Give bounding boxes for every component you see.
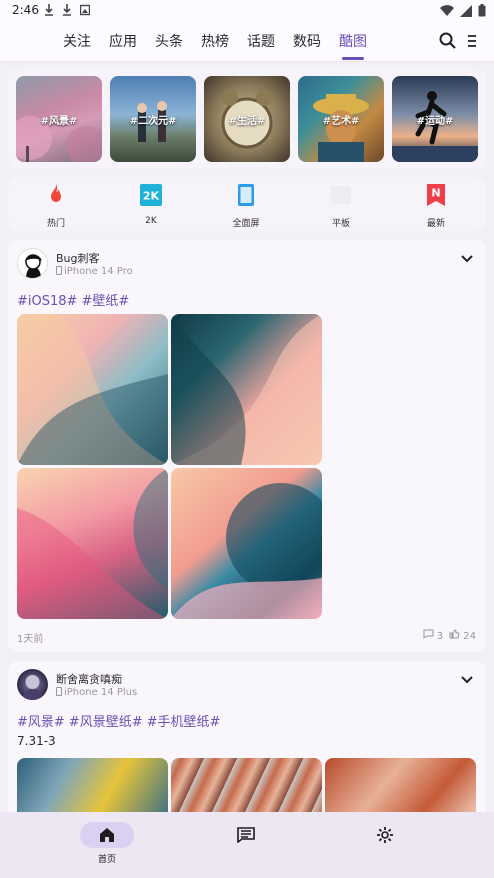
quick-nav-2k[interactable]: 2K 2K: [121, 183, 181, 226]
like-count[interactable]: 24: [449, 629, 476, 642]
menu-icon[interactable]: [466, 31, 478, 51]
device-name: iPhone 14 Pro: [64, 266, 133, 277]
wifi-icon: [440, 4, 454, 16]
bottom-nav-messages[interactable]: [216, 822, 276, 848]
post-device: iPhone 14 Pro: [56, 266, 133, 277]
active-tab-indicator: [342, 57, 364, 60]
tab-follow[interactable]: 关注: [63, 31, 91, 51]
battery-icon: [478, 4, 486, 17]
download-icon: [45, 4, 53, 16]
phone-icon: [238, 184, 254, 206]
category-tile-life[interactable]: #生活#: [204, 76, 290, 162]
category-tile-scenery[interactable]: #风景#: [16, 76, 102, 162]
tag-link[interactable]: #iOS18#: [17, 294, 77, 309]
status-bar: 2:46: [0, 0, 494, 22]
bottom-navigation: 首页: [0, 812, 494, 878]
quick-nav-label: 最新: [426, 219, 445, 229]
tag-link[interactable]: #壁纸#: [81, 294, 129, 309]
search-icon[interactable]: [438, 31, 458, 51]
quick-nav-label: 2K: [145, 216, 157, 226]
svg-text:2K: 2K: [143, 190, 160, 203]
settings-icon: [377, 827, 393, 843]
wallpaper-shape: [171, 314, 322, 465]
category-label: #运动#: [416, 116, 454, 127]
post-stats: 3 24: [423, 629, 476, 642]
top-tab-bar: 关注 应用 头条 热榜 话题 数码 酷图: [0, 22, 494, 62]
quick-nav-label: 全面屏: [232, 219, 260, 229]
icon-container: [219, 822, 273, 848]
comment-count-value: 3: [436, 631, 444, 642]
quick-nav-latest[interactable]: N 最新: [406, 183, 466, 229]
phone-icon: [56, 687, 62, 696]
wallpaper-shape: [17, 468, 168, 619]
signal-icon: [460, 4, 472, 17]
tablet-icon: [331, 186, 351, 204]
bottom-nav-settings[interactable]: [355, 822, 415, 848]
tab-apps[interactable]: 应用: [109, 31, 137, 51]
avatar-image: [25, 254, 42, 278]
category-label: #风景#: [40, 116, 78, 127]
quick-nav-bar: 热门 2K 2K 全面屏 平板 N 最新: [8, 177, 486, 231]
flame-icon: [51, 184, 61, 202]
home-icon: [100, 828, 114, 842]
quick-nav-label: 热门: [46, 219, 65, 229]
tab-cool-pics[interactable]: 酷图: [339, 31, 367, 51]
quick-nav-fullscreen[interactable]: 全面屏: [216, 183, 276, 229]
device-name: iPhone 14 Plus: [64, 687, 138, 698]
category-tiles: #风景# #二次元# #生活# #艺术# #运动#: [8, 68, 486, 169]
thumbs-up-icon: [449, 629, 460, 639]
category-tile-sports[interactable]: #运动#: [392, 76, 478, 162]
2k-icon: 2K: [140, 184, 162, 206]
tag-link[interactable]: #手机壁纸#: [147, 715, 221, 730]
comment-icon: [423, 629, 434, 639]
wallpaper-image[interactable]: [17, 468, 168, 619]
tab-topics[interactable]: 话题: [247, 31, 275, 51]
tab-digital[interactable]: 数码: [293, 31, 321, 51]
chevron-down-icon[interactable]: [460, 673, 474, 687]
avatar[interactable]: [17, 248, 48, 279]
category-tile-art[interactable]: #艺术#: [298, 76, 384, 162]
post-time: 1天前: [17, 634, 44, 645]
tab-headlines[interactable]: 头条: [155, 31, 183, 51]
category-tile-anime[interactable]: #二次元#: [110, 76, 196, 162]
tab-hot-list[interactable]: 热榜: [201, 31, 229, 51]
quick-nav-hot[interactable]: 热门: [26, 183, 86, 229]
svg-text:N: N: [431, 187, 440, 200]
message-icon: [237, 827, 255, 843]
category-label: #艺术#: [322, 116, 360, 127]
post-device: iPhone 14 Plus: [56, 687, 137, 698]
post-tags: #iOS18# #壁纸#: [17, 290, 133, 309]
tag-link[interactable]: #风景壁纸#: [69, 715, 143, 730]
quick-nav-tablet[interactable]: 平板: [311, 183, 371, 229]
post-card[interactable]: 断舍离贪嗔痴 iPhone 14 Plus #风景# #风景壁纸# #手机壁纸# 7…: [8, 661, 486, 821]
bottom-nav-home[interactable]: 首页: [77, 822, 137, 865]
chevron-down-icon[interactable]: [460, 252, 474, 266]
download-icon: [63, 4, 71, 16]
wallpaper-image[interactable]: [171, 468, 322, 619]
post-username[interactable]: Bug刺客: [56, 250, 100, 266]
wallpaper-shape: [171, 483, 322, 619]
wallpaper-image[interactable]: [17, 314, 168, 465]
post-username[interactable]: 断舍离贪嗔痴: [56, 671, 122, 687]
wallpaper-image[interactable]: [171, 314, 322, 465]
quick-nav-label: 平板: [331, 219, 350, 229]
avatar-image: [22, 675, 43, 700]
icon-container: [358, 822, 412, 848]
wallpaper-shape: [17, 314, 168, 465]
avatar[interactable]: [17, 669, 48, 700]
category-label: #二次元#: [129, 116, 177, 127]
active-indicator: [80, 822, 134, 848]
comment-count[interactable]: 3: [423, 629, 444, 642]
category-label: #生活#: [228, 116, 266, 127]
image-notification-icon: [80, 4, 90, 16]
post-card[interactable]: Bug刺客 iPhone 14 Pro #iOS18# #壁纸# 1天前 3 24: [8, 240, 486, 652]
post-text: 7.31-3: [17, 734, 56, 748]
new-badge-icon: N: [427, 184, 445, 206]
status-time: 2:46: [12, 3, 39, 17]
tag-link[interactable]: #风景#: [17, 715, 65, 730]
post-tags: #风景# #风景壁纸# #手机壁纸#: [17, 711, 224, 730]
bottom-nav-label: 首页: [97, 855, 116, 865]
like-count-value: 24: [463, 631, 476, 642]
phone-icon: [56, 266, 62, 275]
